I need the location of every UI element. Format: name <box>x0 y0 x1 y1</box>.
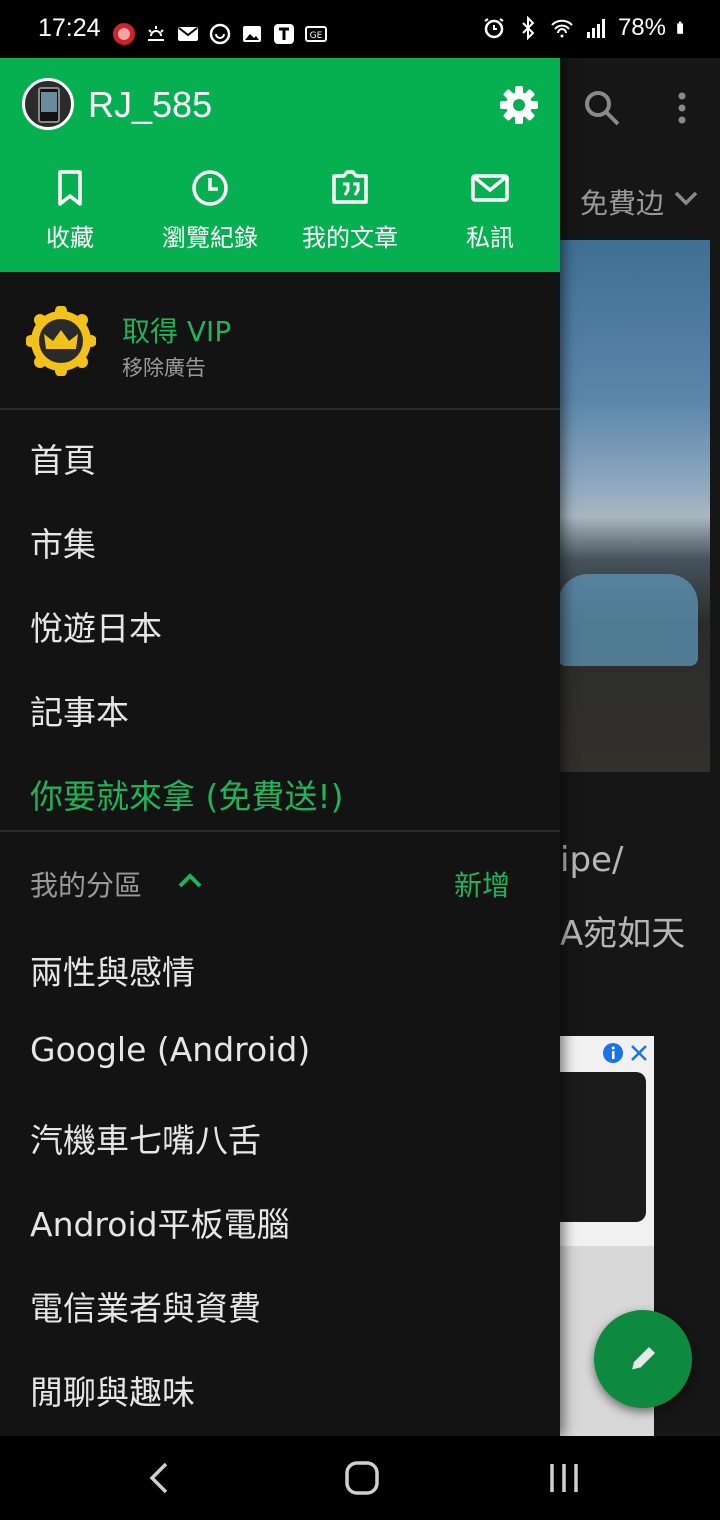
quick-action-messages[interactable]: 私訊 <box>420 168 560 253</box>
system-icons: 78% <box>482 14 690 42</box>
quick-action-my-posts[interactable]: 我的文章 <box>280 168 420 253</box>
menu-item-market[interactable]: 市集 <box>30 518 96 566</box>
add-board-button[interactable]: 新增 <box>454 864 510 904</box>
clock-icon <box>192 170 228 206</box>
status-bar: 17:24 GE 78% <box>0 0 720 58</box>
board-item[interactable]: Google (Android) <box>30 1030 310 1069</box>
board-item[interactable]: Android平板電腦 <box>30 1198 290 1246</box>
crown-badge-icon <box>26 306 96 376</box>
vip-subtitle: 移除廣告 <box>122 356 206 380</box>
status-time: 17:24 <box>38 14 101 42</box>
app-badge-icon <box>113 23 135 45</box>
weather-icon <box>148 26 164 41</box>
alarm-icon <box>484 18 504 39</box>
mail-icon <box>471 174 509 202</box>
quick-action-favorites[interactable]: 收藏 <box>0 168 140 253</box>
menu-item-free-giveaway[interactable]: 你要就來拿 (免費送!) <box>30 770 343 818</box>
divider <box>0 830 560 832</box>
back-icon[interactable] <box>140 1458 180 1498</box>
battery-percent: 78% <box>617 14 666 41</box>
home-icon[interactable] <box>342 1458 382 1498</box>
t-app-icon <box>274 24 294 44</box>
quick-action-label: 瀏覽紀錄 <box>162 224 258 252</box>
menu-item-home[interactable]: 首頁 <box>30 434 96 482</box>
mail-icon <box>178 27 198 41</box>
menu-item-japan-travel[interactable]: 悅遊日本 <box>30 602 162 650</box>
ad-info-icon[interactable] <box>602 1042 624 1064</box>
board-item[interactable]: 汽機車七嘴八舌 <box>30 1114 261 1162</box>
pencil-icon <box>631 1347 655 1371</box>
ge-icon: GE <box>305 26 327 42</box>
board-item[interactable]: 兩性與感情 <box>30 946 195 994</box>
username[interactable]: RJ_585 <box>88 84 212 126</box>
ad-product-image <box>558 1072 646 1222</box>
image-icon <box>243 26 261 42</box>
compose-button[interactable] <box>594 1310 692 1408</box>
quick-action-label: 私訊 <box>466 224 514 252</box>
recents-icon[interactable] <box>544 1458 584 1498</box>
bookmark-icon <box>58 170 82 206</box>
wifi-icon <box>551 19 573 38</box>
bluetooth-icon <box>522 16 535 40</box>
background-tab-label[interactable]: 免費边 <box>580 182 664 222</box>
quote-icon <box>332 170 368 204</box>
article-photo[interactable] <box>558 240 710 772</box>
chat-icon <box>209 23 231 45</box>
more-options-icon[interactable] <box>672 88 692 128</box>
avatar-image-screen <box>41 92 57 112</box>
system-nav-bar <box>0 1436 720 1520</box>
navigation-drawer: RJ_585 收藏 瀏覽紀錄 我的文章 私訊 取得 VIP 移除廣告 首頁 市集… <box>0 58 560 1436</box>
ad-close-icon[interactable] <box>628 1042 650 1064</box>
svg-text:GE: GE <box>310 31 323 41</box>
gear-icon[interactable] <box>498 84 540 126</box>
search-icon[interactable] <box>582 88 622 128</box>
chevron-down-icon[interactable] <box>672 184 700 212</box>
vip-title: 取得 VIP <box>122 315 232 348</box>
quick-action-history[interactable]: 瀏覽紀錄 <box>140 168 280 253</box>
menu-item-notebook[interactable]: 記事本 <box>30 686 129 734</box>
article-title-line-2[interactable]: A宛如天 <box>560 906 685 955</box>
avatar[interactable] <box>22 78 74 130</box>
battery-icon <box>677 21 683 34</box>
board-item[interactable]: 電信業者與資費 <box>30 1282 261 1330</box>
my-boards-label[interactable]: 我的分區 <box>30 864 142 904</box>
notification-icons: GE <box>112 22 328 46</box>
board-item[interactable]: 閒聊與趣味 <box>30 1366 195 1414</box>
vip-promo[interactable]: 取得 VIP 移除廣告 <box>0 272 560 410</box>
signal-icon <box>586 19 605 38</box>
drawer-header: RJ_585 收藏 瀏覽紀錄 我的文章 私訊 <box>0 58 560 272</box>
chevron-up-icon[interactable] <box>176 866 204 894</box>
quick-action-label: 收藏 <box>46 224 94 252</box>
quick-action-label: 我的文章 <box>302 224 398 252</box>
article-title-line-1[interactable]: ipe/ <box>560 840 623 880</box>
car-image-detail <box>558 574 698 666</box>
